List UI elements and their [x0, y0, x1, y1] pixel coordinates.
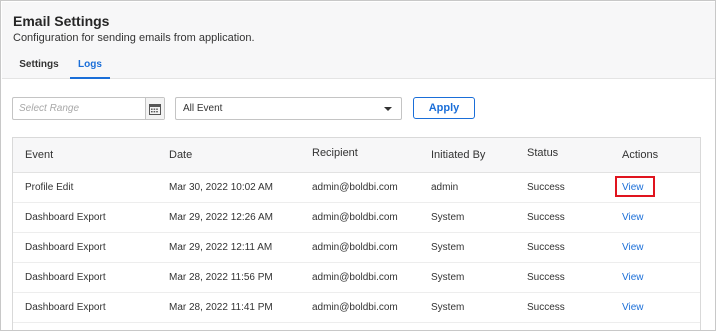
- cell-status: Success: [527, 272, 565, 283]
- apply-button[interactable]: Apply: [413, 97, 475, 119]
- cell-initiated-by: System: [431, 242, 465, 253]
- tab-settings[interactable]: Settings: [14, 58, 64, 79]
- cell-event: Dashboard Export: [25, 242, 106, 253]
- table-row: Dashboard Export Mar 28, 2022 11:41 PM a…: [13, 293, 700, 323]
- email-logs-table: Event Date Recipient Initiated By Status…: [12, 137, 701, 330]
- cell-status: Success: [527, 182, 565, 193]
- column-header-actions: Actions: [622, 149, 659, 161]
- cell-status: Success: [527, 242, 565, 253]
- view-link[interactable]: View: [622, 212, 644, 223]
- cell-date: Mar 28, 2022 11:41 PM: [169, 302, 273, 313]
- calendar-button[interactable]: [145, 98, 164, 119]
- cell-event: Dashboard Export: [25, 212, 106, 223]
- date-range-input[interactable]: [13, 98, 148, 119]
- cell-recipient: admin@boldbi.com: [312, 212, 398, 223]
- cell-initiated-by: admin: [431, 182, 459, 193]
- cell-initiated-by: System: [431, 302, 465, 313]
- highlight-box: [615, 176, 655, 197]
- column-header-date: Date: [169, 149, 193, 161]
- page-header: Email Settings Configuration for sending…: [2, 2, 715, 79]
- table-header: Event Date Recipient Initiated By Status…: [13, 138, 700, 173]
- cell-event: Dashboard Export: [25, 302, 106, 313]
- view-link[interactable]: View: [622, 272, 644, 283]
- cell-recipient: admin@boldbi.com: [312, 242, 398, 253]
- page-subtitle: Configuration for sending emails from ap…: [13, 32, 255, 44]
- cell-event: Dashboard Export: [25, 272, 106, 283]
- cell-date: Mar 29, 2022 12:11 AM: [169, 242, 273, 253]
- cell-event: Profile Edit: [25, 182, 74, 193]
- cell-initiated-by: System: [431, 272, 465, 283]
- page-title: Email Settings: [13, 13, 110, 29]
- cell-recipient: admin@boldbi.com: [312, 272, 398, 283]
- cell-status: Success: [527, 212, 565, 223]
- view-link[interactable]: View: [622, 302, 644, 313]
- table-row: Profile Edit Mar 30, 2022 10:02 AM admin…: [13, 173, 700, 203]
- table-row: Dashboard Export Mar 29, 2022 12:26 AM a…: [13, 203, 700, 233]
- email-settings-panel: Email Settings Configuration for sending…: [0, 0, 716, 331]
- tab-logs[interactable]: Logs: [70, 58, 110, 79]
- event-type-select[interactable]: All Event: [175, 97, 402, 120]
- cell-recipient: admin@boldbi.com: [312, 302, 398, 313]
- column-header-initiated-by: Initiated By: [431, 149, 486, 161]
- cell-initiated-by: System: [431, 212, 465, 223]
- cell-date: Mar 28, 2022 11:56 PM: [169, 272, 273, 283]
- cell-date: Mar 29, 2022 12:26 AM: [169, 212, 273, 223]
- calendar-icon: [149, 103, 161, 115]
- chevron-down-icon: [384, 107, 392, 111]
- cell-recipient: admin@boldbi.com: [312, 182, 398, 193]
- column-header-status: Status: [527, 147, 559, 159]
- view-link[interactable]: View: [622, 242, 644, 253]
- cell-status: Success: [527, 302, 565, 313]
- date-range-picker: [12, 97, 165, 120]
- event-type-select-value: All Event: [183, 103, 223, 114]
- cell-date: Mar 30, 2022 10:02 AM: [169, 182, 273, 193]
- column-header-recipient: Recipient: [312, 147, 358, 159]
- table-row: Dashboard Export Mar 28, 2022 11:56 PM a…: [13, 263, 700, 293]
- column-header-event: Event: [25, 149, 54, 161]
- table-row: Dashboard Export Mar 29, 2022 12:11 AM a…: [13, 233, 700, 263]
